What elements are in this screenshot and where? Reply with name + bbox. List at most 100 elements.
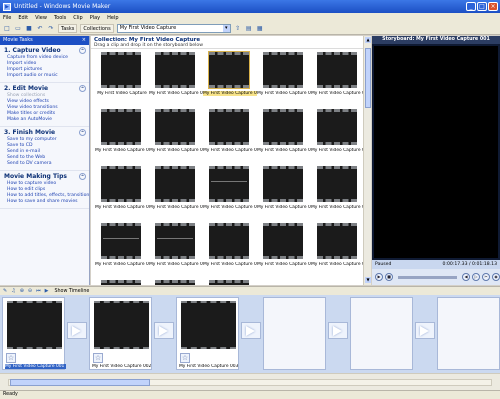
chevron-up-icon[interactable]: ^ bbox=[79, 129, 86, 136]
clip-item[interactable]: My First Video Capture 007 bbox=[149, 108, 203, 161]
clip-item[interactable]: My First Video Capture 012 bbox=[149, 165, 203, 218]
clip-item[interactable] bbox=[149, 279, 203, 285]
menu-view[interactable]: View bbox=[35, 15, 47, 21]
scroll-down-icon[interactable]: ▼ bbox=[365, 277, 371, 283]
menu-file[interactable]: File bbox=[3, 15, 11, 21]
clip-item[interactable]: My First Video Capture 009 bbox=[257, 108, 311, 161]
effect-star-icon[interactable]: ☆ bbox=[180, 353, 190, 363]
clip-item[interactable]: My First Video Capture 014 bbox=[257, 165, 311, 218]
clip-item-selected[interactable]: My First Video Capture 003 bbox=[203, 51, 257, 104]
clip-item[interactable]: My First Video Capture 006 bbox=[95, 108, 149, 161]
collections-button[interactable]: Collections bbox=[80, 23, 114, 33]
scroll-thumb[interactable] bbox=[365, 48, 371, 108]
collection-dropdown[interactable]: My First Video Capture ▾ bbox=[116, 23, 231, 33]
previous-frame-icon[interactable]: ◀ bbox=[462, 273, 470, 281]
scroll-thumb[interactable] bbox=[10, 379, 150, 386]
storyboard-clip[interactable]: ☆ My First Video Capture 003 bbox=[176, 297, 239, 370]
chevron-down-icon[interactable]: ▾ bbox=[222, 24, 230, 32]
transition-slot[interactable] bbox=[154, 322, 174, 339]
menu-edit[interactable]: Edit bbox=[18, 15, 28, 21]
link-import-audio[interactable]: Import audio or music bbox=[4, 73, 89, 79]
clip-item[interactable] bbox=[203, 279, 257, 285]
zoom-out-icon[interactable]: ⊖ bbox=[28, 288, 32, 294]
stop-icon[interactable]: ■ bbox=[385, 273, 393, 281]
play-storyboard-icon[interactable]: ▶ bbox=[45, 288, 49, 294]
split-icon[interactable]: ✂ bbox=[482, 273, 490, 281]
zoom-in-icon[interactable]: ⊕ bbox=[20, 288, 24, 294]
undo-icon[interactable]: ↶ bbox=[36, 25, 44, 32]
new-project-icon[interactable]: □ bbox=[3, 25, 11, 32]
menu-help[interactable]: Help bbox=[107, 15, 118, 21]
tasks-button[interactable]: Tasks bbox=[58, 23, 78, 33]
storyboard-empty-slot[interactable] bbox=[437, 297, 500, 370]
clip-caption: My First Video Capture 020 bbox=[311, 262, 365, 267]
clip-item[interactable]: My First Video Capture bbox=[95, 51, 149, 104]
transition-slot[interactable] bbox=[328, 322, 348, 339]
effect-star-icon[interactable]: ☆ bbox=[93, 353, 103, 363]
link-automovie[interactable]: Make an AutoMovie bbox=[4, 117, 89, 123]
storyboard-empty-slot[interactable] bbox=[350, 297, 413, 370]
views-icon[interactable]: ▦ bbox=[256, 25, 264, 32]
play-icon[interactable]: ▶ bbox=[375, 273, 383, 281]
clip-item[interactable]: My First Video Capture 015 bbox=[311, 165, 365, 218]
transition-slot[interactable] bbox=[415, 322, 435, 339]
save-project-icon[interactable]: ■ bbox=[25, 25, 33, 32]
clip-item[interactable]: My First Video Capture 008 bbox=[203, 108, 257, 161]
clip-item[interactable]: My First Video Capture 019 bbox=[257, 222, 311, 275]
storyboard-empty-slot[interactable] bbox=[263, 297, 326, 370]
clip-item[interactable]: My First Video Capture 018 bbox=[203, 222, 257, 275]
clip-item[interactable]: My First Video Capture 002 bbox=[149, 51, 203, 104]
section-title-capture[interactable]: 1. Capture Video ^ bbox=[4, 47, 89, 54]
clip-item[interactable]: My First Video Capture 004 bbox=[257, 51, 311, 104]
next-frame-icon[interactable]: ▷ bbox=[472, 273, 480, 281]
clip-item[interactable]: My First Video Capture 020 bbox=[311, 222, 365, 275]
seek-bar[interactable] bbox=[398, 275, 457, 279]
clip-item[interactable]: My First Video Capture 013 bbox=[203, 165, 257, 218]
audio-levels-icon[interactable]: ♫ bbox=[11, 288, 15, 294]
new-folder-icon[interactable]: ▤ bbox=[245, 25, 253, 32]
section-title-edit[interactable]: 2. Edit Movie ^ bbox=[4, 85, 89, 92]
minimize-button[interactable]: _ bbox=[466, 2, 476, 11]
menu-play[interactable]: Play bbox=[90, 15, 100, 21]
scroll-up-icon[interactable]: ▲ bbox=[365, 37, 371, 43]
clip-item[interactable]: My First Video Capture 010 bbox=[311, 108, 365, 161]
up-folder-icon[interactable]: ⇧ bbox=[234, 25, 242, 32]
close-button[interactable]: × bbox=[488, 2, 498, 11]
clip-grid: My First Video Capture My First Video Ca… bbox=[95, 51, 365, 285]
open-project-icon[interactable]: ▭ bbox=[14, 25, 22, 32]
menu-tools[interactable]: Tools bbox=[54, 15, 66, 21]
chevron-up-icon[interactable]: ^ bbox=[79, 173, 86, 180]
snapshot-icon[interactable]: ◉ bbox=[492, 273, 500, 281]
show-timeline-button[interactable]: Show Timeline bbox=[54, 289, 89, 294]
clip-thumbnail bbox=[263, 109, 303, 145]
redo-icon[interactable]: ↷ bbox=[47, 25, 55, 32]
storyboard-scrollbar[interactable] bbox=[0, 373, 500, 390]
clip-thumbnail bbox=[101, 166, 141, 202]
section-title-tips[interactable]: Movie Making Tips ^ bbox=[4, 173, 89, 180]
transition-slot[interactable] bbox=[67, 322, 87, 339]
link-tip-save[interactable]: How to save and share movies bbox=[4, 199, 89, 205]
clip-item[interactable]: My First Video Capture 016 bbox=[95, 222, 149, 275]
storyboard-thumbnail bbox=[181, 301, 236, 349]
menu-bar: File Edit View Tools Clip Play Help bbox=[0, 13, 500, 22]
link-send-dv[interactable]: Send to DV camera bbox=[4, 161, 89, 167]
clip-caption: My First Video Capture 016 bbox=[95, 262, 149, 267]
rewind-icon[interactable]: ⏮ bbox=[36, 288, 41, 294]
transition-slot[interactable] bbox=[241, 322, 261, 339]
chevron-up-icon[interactable]: ^ bbox=[79, 47, 86, 54]
menu-clip[interactable]: Clip bbox=[73, 15, 82, 21]
clip-item[interactable]: My First Video Capture 005 bbox=[311, 51, 365, 104]
narrate-icon[interactable]: ✎ bbox=[3, 288, 7, 294]
collection-scrollbar[interactable]: ▲ ▼ bbox=[363, 36, 371, 285]
chevron-up-icon[interactable]: ^ bbox=[79, 85, 86, 92]
effect-star-icon[interactable]: ☆ bbox=[6, 353, 16, 363]
clip-item[interactable]: My First Video Capture 011 bbox=[95, 165, 149, 218]
maximize-button[interactable]: □ bbox=[477, 2, 487, 11]
clip-item[interactable] bbox=[95, 279, 149, 285]
storyboard-clip[interactable]: ☆ My First Video Capture 001 bbox=[2, 297, 66, 370]
close-icon[interactable]: × bbox=[82, 36, 86, 45]
storyboard-clip[interactable]: ☆ My First Video Capture 002 bbox=[89, 297, 152, 370]
section-title-finish[interactable]: 3. Finish Movie ^ bbox=[4, 129, 89, 136]
clip-item[interactable]: My First Video Capture 017 bbox=[149, 222, 203, 275]
clip-caption: My First Video Capture 009 bbox=[257, 148, 311, 153]
